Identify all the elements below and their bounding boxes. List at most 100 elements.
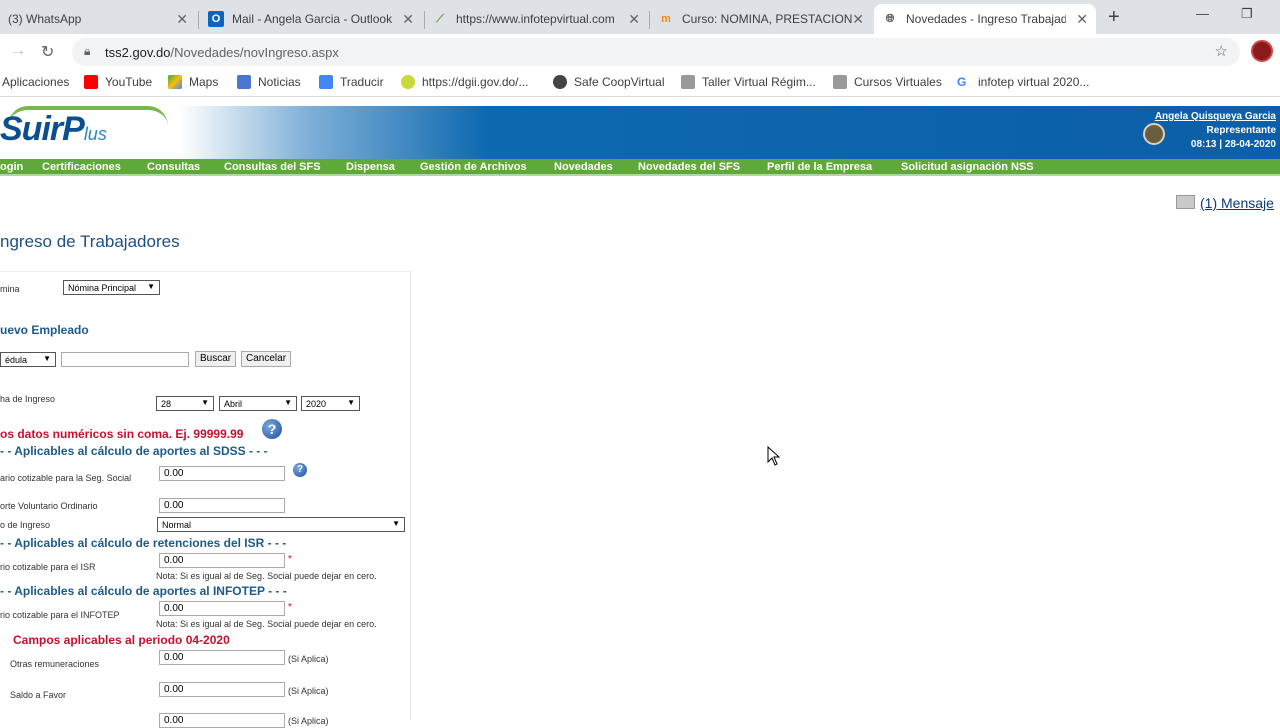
browser-toolbar: → ↻ 🔒︎ tss2.gov.do/Novedades/novIngreso.… bbox=[0, 34, 1280, 70]
chevron-down-icon: ▼ bbox=[201, 398, 209, 407]
salario-ss-input[interactable]: 0.00 bbox=[159, 466, 285, 481]
saldo-favor-label: Saldo a Favor bbox=[10, 690, 67, 700]
close-tab-icon[interactable]: ✕ bbox=[628, 11, 640, 28]
bookmark-dgii[interactable]: https://dgii.gov.do/... bbox=[401, 75, 529, 89]
tipo-ingreso-label: o de Ingreso bbox=[0, 520, 51, 530]
aporte-voluntario-label: orte Voluntario Ordinario bbox=[0, 501, 98, 511]
infotep-icon: ⟋ bbox=[436, 12, 444, 25]
doc-type-select[interactable]: édula ▼ bbox=[0, 352, 56, 367]
bookmark-infotep[interactable]: Ginfotep virtual 2020... bbox=[957, 75, 1089, 89]
maps-icon bbox=[168, 75, 182, 89]
isr-section-title: - - Aplicables al cálculo de retenciones… bbox=[0, 536, 287, 550]
tab-whatsapp[interactable]: (3) WhatsApp ✕ bbox=[0, 4, 196, 34]
forward-icon[interactable]: → bbox=[10, 42, 26, 60]
salario-isr-label: rio cotizable para el ISR bbox=[0, 562, 96, 572]
saldo-favor-input[interactable]: 0.00 bbox=[159, 682, 285, 697]
tab-novedades[interactable]: 🌐︎ Novedades - Ingreso Trabajad ✕ bbox=[874, 4, 1096, 34]
bookmark-coopvirtual[interactable]: Safe CoopVirtual bbox=[553, 75, 665, 89]
search-button[interactable]: Buscar bbox=[195, 351, 237, 367]
nomina-select[interactable]: Nómina Principal ▼ bbox=[63, 280, 160, 295]
tab-outlook[interactable]: O Mail - Angela Garcia - Outlook ✕ bbox=[200, 4, 422, 34]
tab-curso[interactable]: m Curso: NOMINA, PRESTACIONE ✕ bbox=[650, 4, 872, 34]
menu-gestion-archivos[interactable]: Gestión de Archivos bbox=[420, 161, 527, 173]
reload-icon[interactable]: ↻ bbox=[41, 42, 54, 62]
youtube-icon bbox=[84, 75, 98, 89]
chevron-down-icon: ▼ bbox=[43, 354, 51, 363]
menu-perfil-empresa[interactable]: Perfil de la Empresa bbox=[767, 161, 872, 173]
aporte-voluntario-input[interactable]: 0.00 bbox=[159, 498, 285, 513]
new-employee-title: uevo Empleado bbox=[0, 323, 89, 337]
document-number-input[interactable] bbox=[61, 352, 189, 367]
menu-consultas[interactable]: Consultas bbox=[147, 161, 200, 173]
help-icon[interactable]: ? bbox=[262, 419, 282, 439]
sdss-section-title: - - Aplicables al cálculo de aportes al … bbox=[0, 444, 268, 458]
bookmark-taller[interactable]: Taller Virtual Régim... bbox=[681, 75, 816, 89]
bookmark-noticias[interactable]: Noticias bbox=[237, 75, 301, 89]
chevron-down-icon: ▼ bbox=[284, 398, 292, 407]
close-tab-icon[interactable]: ✕ bbox=[176, 11, 188, 28]
required-asterisk: * bbox=[288, 554, 292, 565]
dgii-icon bbox=[401, 75, 415, 89]
mouse-cursor-icon bbox=[767, 446, 781, 466]
messages-link[interactable]: (1) Mensaje bbox=[1200, 195, 1274, 211]
periodo-title: Campos aplicables al periodo 04-2020 bbox=[13, 633, 230, 647]
menu-novedades-sfs[interactable]: Novedades del SFS bbox=[638, 161, 740, 173]
globe-icon bbox=[553, 75, 567, 89]
month-select[interactable]: Abril ▼ bbox=[219, 396, 297, 411]
user-role: Representante bbox=[1206, 125, 1276, 136]
si-aplica-hint: (Si Aplica) bbox=[288, 716, 329, 726]
fecha-ingreso-label: ha de Ingreso bbox=[0, 394, 56, 404]
close-tab-icon[interactable]: ✕ bbox=[1076, 11, 1088, 28]
suirplus-logo[interactable]: SuirPlus bbox=[0, 110, 107, 149]
envelope-icon[interactable] bbox=[1176, 195, 1195, 209]
chevron-down-icon: ▼ bbox=[347, 398, 355, 407]
profile-avatar[interactable] bbox=[1251, 40, 1273, 62]
tab-title: Novedades - Ingreso Trabajad bbox=[906, 12, 1066, 26]
cancel-button[interactable]: Cancelar bbox=[241, 351, 292, 367]
menu-login[interactable]: ogin bbox=[0, 161, 23, 173]
menu-consultas-sfs[interactable]: Consultas del SFS bbox=[224, 161, 321, 173]
outlook-icon: O bbox=[208, 11, 224, 27]
menu-novedades[interactable]: Novedades bbox=[554, 161, 613, 173]
salario-infotep-input[interactable]: 0.00 bbox=[159, 601, 285, 616]
chevron-down-icon: ▼ bbox=[392, 519, 400, 528]
tab-title: Mail - Angela Garcia - Outlook bbox=[232, 12, 393, 26]
nomina-label: mina bbox=[0, 284, 20, 294]
infotep-note: Nota: Si es igual al de Seg. Social pued… bbox=[156, 619, 377, 629]
year-select[interactable]: 2020 ▼ bbox=[301, 396, 360, 411]
address-bar[interactable]: 🔒︎ tss2.gov.do/Novedades/novIngreso.aspx… bbox=[72, 38, 1240, 66]
restore-icon[interactable]: ❐ bbox=[1241, 6, 1253, 22]
site-header: SuirPlus Angela Quisqueya Garcia Represe… bbox=[0, 106, 1280, 159]
page-icon bbox=[833, 75, 847, 89]
otras-remuneraciones-input[interactable]: 0.00 bbox=[159, 650, 285, 665]
menu-dispensa[interactable]: Dispensa bbox=[346, 161, 395, 173]
bookmark-star-icon[interactable]: ☆ bbox=[1215, 42, 1228, 60]
extra-input[interactable]: 0.00 bbox=[159, 713, 285, 728]
isr-note: Nota: Si es igual al de Seg. Social pued… bbox=[156, 571, 377, 581]
new-tab-icon[interactable]: + bbox=[1108, 6, 1120, 29]
help-icon[interactable]: ? bbox=[293, 463, 307, 477]
bookmark-apps[interactable]: Aplicaciones bbox=[2, 75, 69, 89]
bookmarks-bar: Aplicaciones YouTube Maps Noticias Tradu… bbox=[0, 70, 1280, 97]
news-icon bbox=[237, 75, 251, 89]
bookmark-maps[interactable]: Maps bbox=[168, 75, 218, 89]
tab-title: Curso: NOMINA, PRESTACIONE bbox=[682, 12, 852, 26]
tipo-ingreso-select[interactable]: Normal ▼ bbox=[157, 517, 405, 532]
lock-icon: 🔒︎ bbox=[84, 44, 91, 58]
user-name-link[interactable]: Angela Quisqueya Garcia bbox=[1155, 110, 1276, 124]
minimize-icon[interactable]: — bbox=[1196, 6, 1209, 21]
bookmark-cursos[interactable]: Cursos Virtuales bbox=[833, 75, 942, 89]
day-select[interactable]: 28 ▼ bbox=[156, 396, 214, 411]
tab-strip: (3) WhatsApp ✕ O Mail - Angela Garcia - … bbox=[0, 0, 1280, 34]
salario-isr-input[interactable]: 0.00 bbox=[159, 553, 285, 568]
bookmark-youtube[interactable]: YouTube bbox=[84, 75, 152, 89]
salario-ss-label: ario cotizable para la Seg. Social bbox=[0, 473, 132, 483]
close-tab-icon[interactable]: ✕ bbox=[852, 11, 864, 28]
close-tab-icon[interactable]: ✕ bbox=[402, 11, 414, 28]
main-menu: ogin Certificaciones Consultas Consultas… bbox=[0, 159, 1280, 176]
menu-solicitud-nss[interactable]: Solicitud asignación NSS bbox=[901, 161, 1034, 173]
menu-certificaciones[interactable]: Certificaciones bbox=[42, 161, 121, 173]
user-info: Angela Quisqueya Garcia Representante 08… bbox=[1155, 110, 1276, 152]
tab-infotep[interactable]: ⟋ https://www.infotepvirtual.com ✕ bbox=[424, 4, 648, 34]
bookmark-traducir[interactable]: Traducir bbox=[319, 75, 384, 89]
